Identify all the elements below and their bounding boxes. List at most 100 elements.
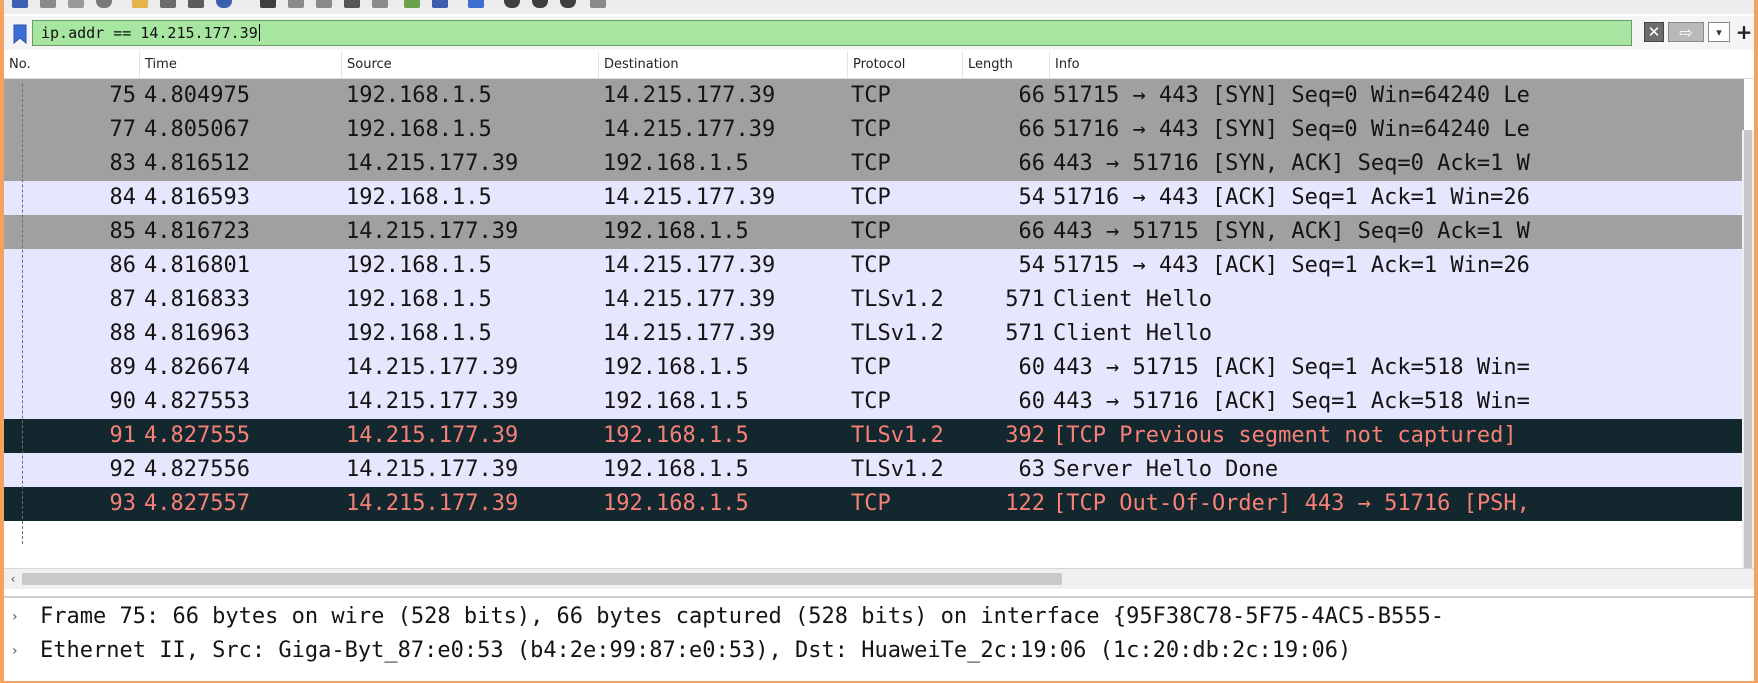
cell-protocol: TCP [851, 117, 891, 142]
cell-destination: 192.168.1.5 [603, 491, 749, 516]
cell-protocol: TLSv1.2 [851, 321, 944, 346]
toolbar-resize-columns-icon[interactable] [590, 0, 606, 8]
cell-info: 443 → 51715 [SYN, ACK] Seq=0 Ack=1 W [1053, 219, 1530, 244]
toolbar-reload-icon[interactable] [216, 0, 232, 8]
cell-destination: 192.168.1.5 [603, 389, 749, 414]
chevron-right-icon[interactable]: › [12, 600, 26, 634]
toolbar-zoom-reset-icon[interactable] [560, 0, 576, 8]
column-header-time[interactable]: Time [140, 52, 342, 78]
cell-info: 51715 → 443 [SYN] Seq=0 Win=64240 Le [1053, 83, 1530, 108]
display-filter-text: ip.addr == 14.215.177.39 [41, 24, 260, 42]
scroll-left-arrow-icon[interactable]: ‹ [6, 571, 20, 587]
packet-row[interactable]: 90 4.827553 14.215.177.39 192.168.1.5 TCP 60 4… [4, 385, 1744, 419]
display-filter-bar: ip.addr == 14.215.177.39 ✕ ⇨ ▾ + [4, 16, 1754, 50]
cell-source: 192.168.1.5 [346, 287, 492, 312]
packet-row[interactable]: 83 4.816512 14.215.177.39 192.168.1.5 TCP 66 4… [4, 147, 1744, 181]
column-header-protocol[interactable]: Protocol [848, 52, 963, 78]
cell-protocol: TCP [851, 355, 891, 380]
packet-list[interactable]: No. Time Source Destination Protocol Len… [4, 52, 1754, 594]
related-packets-line [22, 84, 25, 544]
toolbar-restart-icon[interactable] [68, 0, 84, 8]
toolbar-first-icon[interactable] [372, 0, 388, 8]
packet-row[interactable]: 87 4.816833 192.168.1.5 14.215.177.39 TLSv1.… [4, 283, 1744, 317]
toolbar-shark-fin-icon[interactable] [12, 0, 28, 8]
cell-time: 4.826674 [144, 355, 250, 380]
column-header-no[interactable]: No. [4, 52, 140, 78]
packet-row[interactable]: 86 4.816801 192.168.1.5 14.215.177.39 TCP 54 5… [4, 249, 1744, 283]
column-header-length[interactable]: Length [963, 52, 1050, 78]
detail-row-ethernet[interactable]: › Ethernet II, Src: Giga-Byt_87:e0:53 (b… [4, 634, 1754, 668]
cell-source: 14.215.177.39 [346, 219, 519, 244]
vertical-scrollbar[interactable] [1742, 130, 1754, 568]
detail-text: Frame 75: 66 bytes on wire (528 bits), 6… [40, 604, 1444, 629]
cell-destination: 192.168.1.5 [603, 151, 749, 176]
packet-details-pane: › Frame 75: 66 bytes on wire (528 bits),… [4, 596, 1754, 681]
packet-row[interactable]: 89 4.826674 14.215.177.39 192.168.1.5 TCP 60 4… [4, 351, 1744, 385]
cell-time: 4.816801 [144, 253, 250, 278]
toolbar-save-icon[interactable] [160, 0, 176, 8]
cell-time: 4.827556 [144, 457, 250, 482]
cell-source: 192.168.1.5 [346, 321, 492, 346]
packet-row[interactable]: 85 4.816723 14.215.177.39 192.168.1.5 TCP 66 4… [4, 215, 1744, 249]
cell-source: 14.215.177.39 [346, 151, 519, 176]
cell-length: 66 [1018, 83, 1046, 108]
cell-info: Client Hello [1053, 287, 1212, 312]
cell-length: 571 [1005, 287, 1045, 312]
cell-info: [TCP Out-Of-Order] 443 → 51716 [PSH, [1053, 491, 1530, 516]
chevron-down-icon[interactable]: ▾ [1708, 22, 1730, 42]
cell-protocol: TCP [851, 219, 891, 244]
cell-time: 4.816833 [144, 287, 250, 312]
toolbar-bottom-icon[interactable] [432, 0, 448, 8]
column-header-source[interactable]: Source [342, 52, 599, 78]
packet-row[interactable]: 77 4.805067 192.168.1.5 14.215.177.39 TCP 66 5… [4, 113, 1744, 147]
column-header-destination[interactable]: Destination [599, 52, 848, 78]
column-header-info[interactable]: Info [1050, 52, 1754, 78]
toolbar-goto-icon[interactable] [344, 0, 360, 8]
toolbar-find-icon[interactable] [260, 0, 276, 8]
clear-filter-icon[interactable]: ✕ [1644, 22, 1664, 42]
toolbar-options-icon[interactable] [96, 0, 112, 8]
detail-row-frame[interactable]: › Frame 75: 66 bytes on wire (528 bits),… [4, 600, 1754, 634]
cell-destination: 14.215.177.39 [603, 321, 776, 346]
packet-list-header: No. Time Source Destination Protocol Len… [4, 52, 1754, 79]
vertical-scrollbar-thumb[interactable] [1744, 130, 1752, 568]
cell-length: 54 [1018, 253, 1046, 278]
toolbar-zoom-out-icon[interactable] [532, 0, 548, 8]
cell-time: 4.827555 [144, 423, 250, 448]
toolbar-open-icon[interactable] [132, 0, 148, 8]
display-filter-input[interactable]: ip.addr == 14.215.177.39 [32, 20, 1632, 46]
cell-source: 192.168.1.5 [346, 117, 492, 142]
toolbar-colorize-icon[interactable] [468, 0, 484, 8]
cell-time: 4.816723 [144, 219, 250, 244]
cell-length: 60 [1018, 389, 1046, 414]
toolbar-back-icon[interactable] [288, 0, 304, 8]
toolbar-stop-icon[interactable] [40, 0, 56, 8]
cell-destination: 14.215.177.39 [603, 117, 776, 142]
cell-protocol: TCP [851, 83, 891, 108]
apply-filter-arrow-icon[interactable]: ⇨ [1668, 22, 1704, 42]
cell-length: 392 [1005, 423, 1045, 448]
cell-info: [TCP Previous segment not captured] [1053, 423, 1517, 448]
packet-row[interactable]: 93 4.827557 14.215.177.39 192.168.1.5 TCP 122… [4, 487, 1744, 521]
horizontal-scrollbar-thumb[interactable] [22, 573, 1062, 585]
cell-info: 51716 → 443 [SYN] Seq=0 Win=64240 Le [1053, 117, 1530, 142]
horizontal-scrollbar[interactable]: ‹ [4, 568, 1754, 589]
cell-length: 63 [1018, 457, 1046, 482]
toolbar-close-file-icon[interactable] [188, 0, 204, 8]
toolbar-top-icon[interactable] [404, 0, 420, 8]
plus-icon[interactable]: + [1735, 20, 1753, 44]
packet-row[interactable]: 75 4.804975 192.168.1.5 14.215.177.39 TCP 66 5… [4, 79, 1744, 113]
toolbar-zoom-in-icon[interactable] [504, 0, 520, 8]
toolbar-forward-icon[interactable] [316, 0, 332, 8]
chevron-right-icon[interactable]: › [12, 634, 26, 668]
cell-source: 14.215.177.39 [346, 423, 519, 448]
cell-length: 66 [1018, 117, 1046, 142]
main-toolbar [4, 0, 1754, 14]
cell-source: 192.168.1.5 [346, 253, 492, 278]
packet-row[interactable]: 88 4.816963 192.168.1.5 14.215.177.39 TLSv1.… [4, 317, 1744, 351]
cell-length: 66 [1018, 219, 1046, 244]
packet-row[interactable]: 92 4.827556 14.215.177.39 192.168.1.5 TLSv1.… [4, 453, 1744, 487]
bookmark-icon[interactable] [10, 22, 30, 46]
packet-row[interactable]: 84 4.816593 192.168.1.5 14.215.177.39 TCP 54 5… [4, 181, 1744, 215]
packet-row[interactable]: 91 4.827555 14.215.177.39 192.168.1.5 TLSv1.… [4, 419, 1744, 453]
